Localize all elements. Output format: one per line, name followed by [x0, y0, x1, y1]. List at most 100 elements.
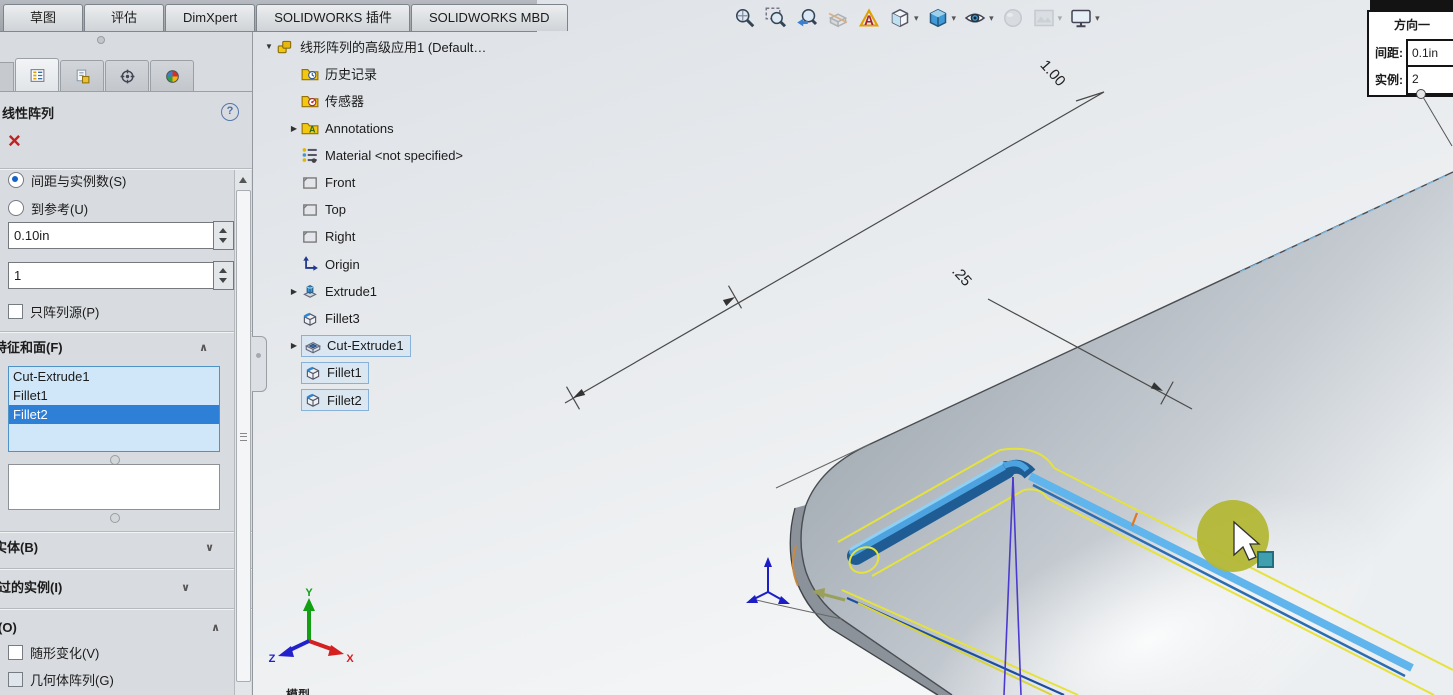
view-orientation-button[interactable]: ▾ [886, 4, 921, 32]
apply-scene-icon [1032, 6, 1056, 30]
radio-spacing-instances[interactable]: 间距与实例数(S) [8, 171, 126, 189]
spacing-input[interactable]: 0.10in [8, 222, 219, 249]
instances-callout-label: 实例: [1369, 71, 1403, 88]
radio-label: 间距与实例数(S) [31, 171, 126, 190]
expand-icon[interactable]: ∨ [205, 536, 214, 560]
scrollbar-thumb[interactable] [236, 190, 251, 682]
radio-button[interactable] [8, 200, 24, 216]
displaymanager-tab-icon [164, 68, 181, 85]
panel-scrollbar[interactable] [234, 170, 251, 695]
command-tab[interactable]: 评估 [84, 4, 164, 31]
checkbox[interactable] [8, 672, 23, 687]
zoom-area-button[interactable] [762, 4, 790, 32]
svg-text:A: A [864, 13, 874, 28]
displaymanager-tab[interactable] [150, 60, 194, 91]
geometry-pattern-checkbox[interactable]: 几何体阵列(G) [8, 671, 114, 687]
model-tab[interactable]: 模型 [286, 686, 310, 695]
pattern-seed-only-checkbox[interactable]: 只阵列源(P) [8, 303, 99, 319]
featuremanager-tab-partial[interactable] [0, 62, 14, 91]
annotations-folder-icon: A [301, 119, 319, 137]
display-style-button[interactable]: ▾ [924, 4, 959, 32]
panel-grip-dot[interactable] [97, 36, 105, 44]
chevron-down-icon[interactable]: ▾ [1095, 13, 1100, 24]
radio-up-to-reference[interactable]: 到参考(U) [8, 199, 88, 217]
command-tab[interactable]: SOLIDWORKS 插件 [256, 4, 410, 31]
feature-list-item[interactable]: Fillet1 [9, 386, 219, 405]
zoom-fit-button[interactable] [731, 4, 759, 32]
property-manager-panel: 线性阵列 ? × 间距与实例数(S) 到参考(U) 0.10in 1 只阵列源(… [0, 31, 253, 695]
tree-item-cut-extrude1[interactable]: ▶Cut-Extrude1 [287, 332, 411, 359]
tree-item-1-default[interactable]: ▼线形阵列的高级应用1 (Default… [262, 33, 486, 60]
tree-item-fillet3[interactable]: Fillet3 [287, 305, 360, 332]
annotation-views-button[interactable]: A [855, 4, 883, 32]
tree-item-right[interactable]: Right [287, 223, 355, 250]
dimension-1-00[interactable]: 1.00 [565, 57, 1104, 410]
tree-item-fillet1[interactable]: Fillet1 [287, 359, 369, 386]
spacing-callout-value[interactable]: 0.1in [1408, 41, 1453, 67]
section-features-and-faces[interactable]: 特征和面(F) ∧ [0, 336, 228, 360]
chevron-down-icon[interactable]: ▾ [1058, 13, 1063, 24]
callout-drag-handle[interactable] [1416, 89, 1426, 99]
chevron-right-icon[interactable]: ▶ [287, 124, 301, 133]
svg-text:A: A [309, 125, 316, 135]
collapse-icon[interactable]: ∧ [199, 336, 208, 360]
solidworks-window: 1.00 .25 Y X Z 草图评估DimXper [0, 0, 1453, 695]
feature-list-item[interactable]: Cut-Extrude1 [9, 367, 219, 386]
previous-view-button[interactable] [793, 4, 821, 32]
tree-item-front[interactable]: Front [287, 169, 355, 196]
section-options[interactable]: 选项(O) ∧ [0, 616, 206, 640]
tree-item-label: Material <not specified> [325, 148, 463, 163]
scroll-up-icon[interactable] [239, 177, 247, 183]
vary-sketch-checkbox[interactable]: 随形变化(V) [8, 644, 99, 660]
configurationmanager-tab[interactable] [60, 60, 104, 91]
edit-appearance-icon [1001, 6, 1025, 30]
command-tab[interactable]: 草图 [3, 4, 83, 31]
fillet-icon [304, 391, 322, 409]
tree-item-[interactable]: 传感器 [287, 87, 364, 114]
dimxpertmanager-tab-icon [119, 68, 136, 85]
features-list[interactable]: Cut-Extrude1Fillet1Fillet2 [8, 366, 220, 452]
chevron-down-icon[interactable]: ▾ [989, 13, 994, 24]
spacing-callout-label: 间距: [1369, 44, 1403, 61]
expand-icon[interactable]: ∨ [181, 576, 190, 600]
tree-item-fillet2[interactable]: Fillet2 [287, 387, 369, 414]
tree-item-top[interactable]: Top [287, 196, 346, 223]
tree-item-extrude1[interactable]: ▶Extrude1 [287, 278, 377, 305]
chevron-down-icon[interactable]: ▾ [914, 13, 919, 24]
extrude-icon [301, 282, 319, 300]
chevron-right-icon[interactable]: ▶ [287, 341, 301, 350]
propertymanager-title: 线性阵列 [2, 103, 54, 122]
chevron-down-icon[interactable]: ▼ [262, 42, 276, 51]
hide-show-items-button[interactable]: ▾ [961, 4, 996, 32]
tree-item-label: Fillet2 [327, 393, 362, 408]
command-tab[interactable]: DimXpert [165, 4, 255, 31]
command-tab[interactable]: SOLIDWORKS MBD [411, 4, 568, 31]
radio-label: 到参考(U) [31, 199, 88, 218]
panel-splitter-handle[interactable] [252, 336, 267, 392]
feature-list-item[interactable]: Fillet2 [9, 405, 219, 424]
chevron-down-icon[interactable]: ▾ [952, 13, 957, 24]
checkbox[interactable] [8, 304, 23, 319]
cancel-icon[interactable]: × [8, 130, 21, 152]
tree-item-[interactable]: 历史记录 [287, 60, 377, 87]
tree-item-material-not-specified[interactable]: Material <not specified> [287, 142, 463, 169]
propertymanager-tab[interactable] [15, 58, 59, 91]
spacing-spinner[interactable] [213, 221, 234, 250]
tree-item-origin[interactable]: Origin [287, 251, 360, 278]
instances-spinner[interactable] [213, 261, 234, 290]
instances-input[interactable]: 1 [8, 262, 219, 289]
checkbox[interactable] [8, 645, 23, 660]
radio-button[interactable] [8, 172, 24, 188]
chevron-right-icon[interactable]: ▶ [287, 287, 301, 296]
instances-callout-value[interactable]: 2 [1408, 67, 1453, 91]
section-skipped-instances[interactable]: 跳过的实例(I) ∨ [0, 576, 219, 600]
resize-grip-dot[interactable] [110, 513, 120, 523]
help-icon[interactable]: ? [221, 103, 239, 121]
plane-icon [301, 174, 319, 192]
collapse-icon[interactable]: ∧ [211, 616, 220, 640]
faces-selection-box[interactable] [8, 464, 220, 510]
section-bodies[interactable]: 实体(B) ∨ [0, 536, 228, 560]
tree-item-annotations[interactable]: ▶AAnnotations [287, 115, 394, 142]
view-settings-button[interactable]: ▾ [1067, 4, 1102, 32]
dimxpertmanager-tab[interactable] [105, 60, 149, 91]
